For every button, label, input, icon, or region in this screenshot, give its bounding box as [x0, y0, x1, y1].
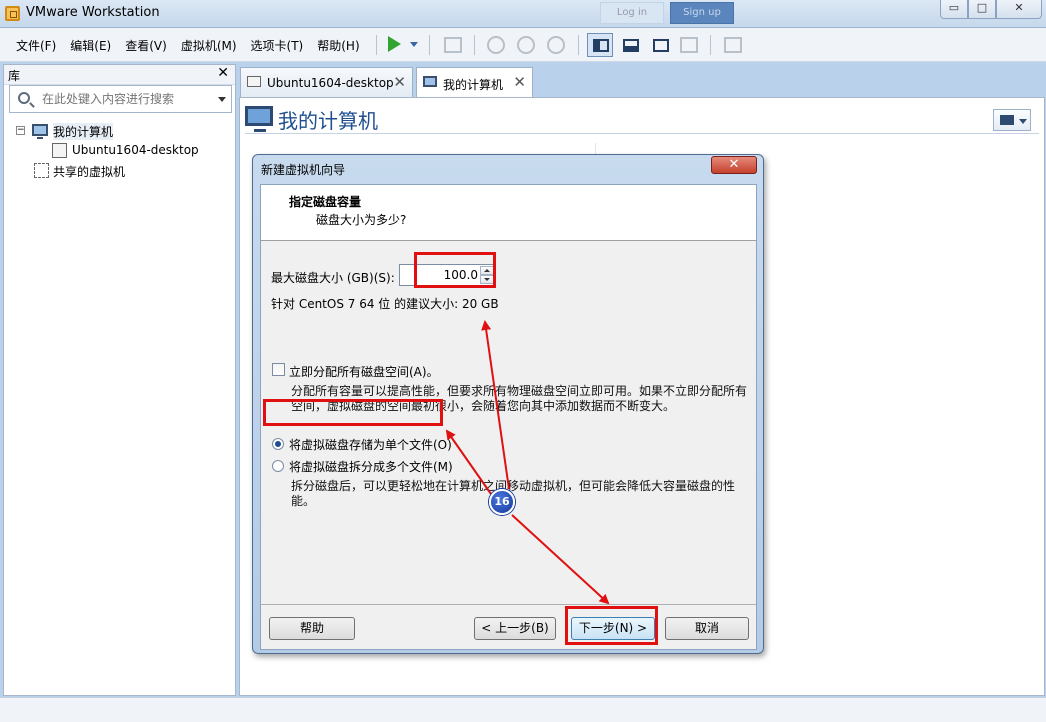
- status-bar: [0, 697, 1046, 722]
- arrow-to-single-file: [445, 429, 492, 495]
- arrow-to-disk-size: [481, 320, 510, 490]
- arrow-to-next: [511, 514, 610, 605]
- step-badge: 16: [489, 489, 515, 515]
- annotation-arrows: [445, 320, 610, 605]
